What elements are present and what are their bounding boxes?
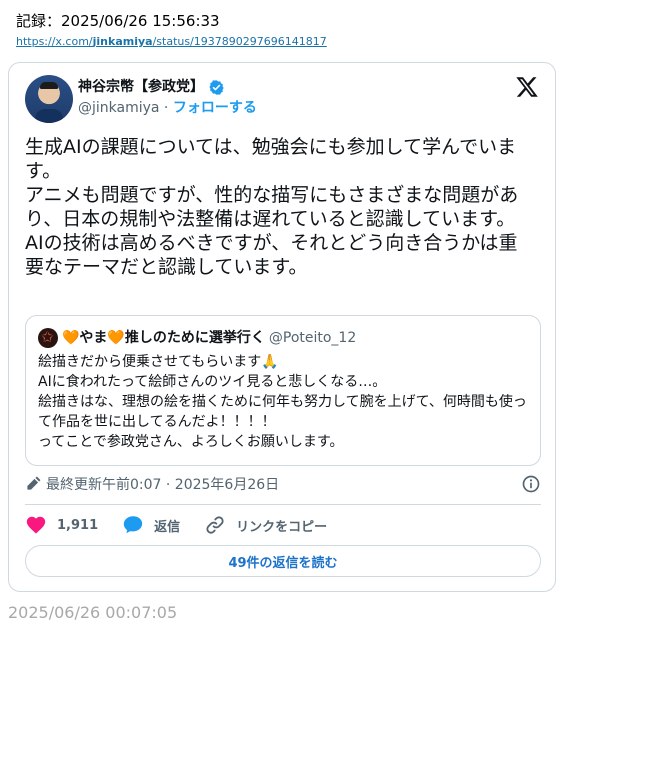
quoted-author-handle: @Poteito_12	[268, 330, 357, 346]
follow-button[interactable]: フォローする	[173, 100, 257, 116]
info-icon[interactable]	[521, 474, 541, 494]
copy-link-button[interactable]: リンクをコピー	[204, 514, 327, 536]
tweet-body-text: 生成AIの課題については、勉強会にも参加して学んでいます。 アニメも問題ですが、…	[25, 136, 519, 278]
speech-bubble-icon	[123, 516, 143, 534]
author-text: 神谷宗幣【参政党】 @jinkamiya · フォローする	[78, 78, 257, 118]
edited-timestamp[interactable]: 最終更新午前0:07 · 2025年6月26日	[46, 474, 279, 494]
link-icon	[206, 516, 224, 534]
quoted-author-name: 🧡やま🧡推しのために選挙行く	[62, 330, 265, 346]
read-replies-button[interactable]: 49件の返信を読む	[25, 545, 541, 577]
verified-badge-icon	[209, 79, 224, 95]
like-count: 1,911	[57, 517, 99, 533]
heart-icon	[26, 516, 46, 534]
author-name[interactable]: 神谷宗幣【参政党】	[78, 78, 204, 96]
tweet-actions: 1,911 返信 リンクをコピー	[25, 513, 351, 537]
x-logo-icon[interactable]	[515, 75, 539, 99]
pencil-icon	[27, 476, 41, 490]
source-url-link[interactable]: https://x.com/jinkamiya/status/193789029…	[16, 35, 327, 49]
copy-link-label: リンクをコピー	[236, 519, 328, 535]
embedded-tweet-card: 神谷宗幣【参政党】 @jinkamiya · フォローする 生成AIの課題につい…	[8, 62, 556, 592]
quoted-author-avatar	[38, 327, 58, 348]
author-handle-line: @jinkamiya · フォローする	[78, 98, 257, 118]
record-timestamp-label: 記録：2025/06/26 15:56:33	[16, 12, 220, 30]
capture-timestamp: 2025/06/26 00:07:05	[8, 603, 178, 622]
url-user: jinkamiya	[92, 35, 153, 48]
reply-label: 返信	[154, 519, 181, 535]
author-name-line: 神谷宗幣【参政党】	[78, 78, 257, 96]
url-suffix: /status/1937890297696141817	[152, 35, 327, 48]
quoted-tweet-text: 絵描きだから便乗させてもらいます🙏 AIに食われたって絵師さんのツイ見ると悲しく…	[38, 354, 527, 450]
author-handle[interactable]: @jinkamiya	[78, 100, 159, 116]
quoted-tweet-card[interactable]: 🧡やま🧡推しのために選挙行く @Poteito_12 絵描きだから便乗させてもら…	[25, 315, 541, 466]
url-prefix: https://x.com/	[16, 35, 93, 48]
author-avatar[interactable]	[25, 75, 73, 123]
like-button[interactable]: 1,911	[25, 514, 98, 536]
reply-button[interactable]: 返信	[122, 514, 180, 536]
edited-timestamp-row[interactable]: 最終更新午前0:07 · 2025年6月26日	[25, 473, 541, 495]
actions-divider	[25, 504, 541, 505]
tweet-author[interactable]: 神谷宗幣【参政党】 @jinkamiya · フォローする	[25, 75, 257, 123]
handle-separator: ·	[159, 100, 173, 116]
quoted-author: 🧡やま🧡推しのために選挙行く @Poteito_12	[38, 327, 357, 348]
